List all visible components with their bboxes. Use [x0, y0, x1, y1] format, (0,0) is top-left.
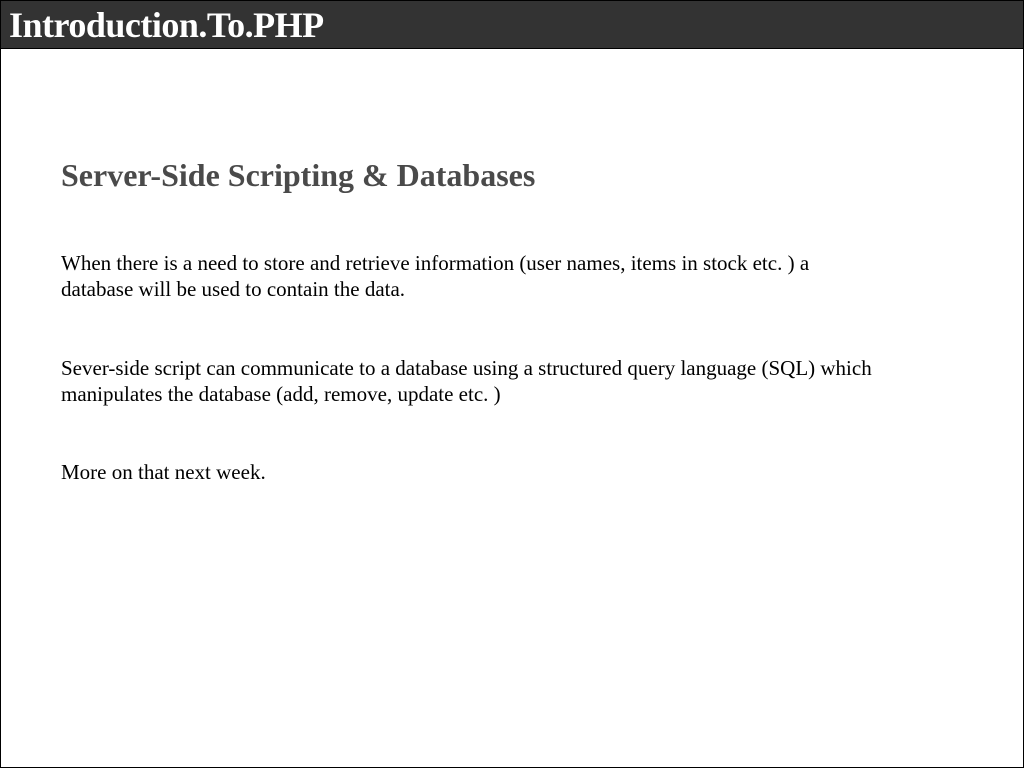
slide-header-title: Introduction.To.PHP — [9, 4, 324, 46]
slide-heading: Server-Side Scripting & Databases — [61, 157, 963, 194]
slide-paragraph: Sever-side script can communicate to a d… — [61, 355, 881, 408]
slide-paragraph: More on that next week. — [61, 459, 881, 485]
slide-header: Introduction.To.PHP — [1, 1, 1023, 49]
slide-paragraph: When there is a need to store and retrie… — [61, 250, 881, 303]
slide-content: Server-Side Scripting & Databases When t… — [1, 49, 1023, 485]
